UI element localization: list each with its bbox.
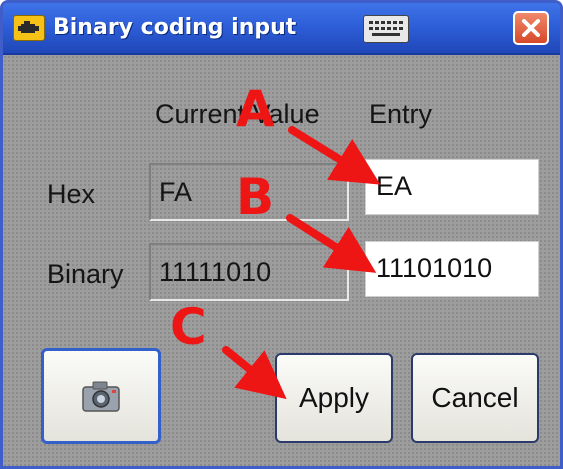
entry-header: Entry (369, 99, 433, 129)
keyboard-icon[interactable] (363, 15, 409, 43)
engine-icon (13, 15, 45, 41)
binary-current-value: 11111010 (149, 243, 349, 301)
annotation-label-a: A (236, 80, 275, 138)
cancel-button[interactable]: Cancel (411, 353, 539, 443)
close-icon (522, 19, 540, 37)
annotation-label-b: B (236, 168, 275, 226)
dialog-window: Binary coding input Current Value Entry … (0, 0, 563, 469)
title-bar[interactable]: Binary coding input (3, 3, 560, 55)
binary-label: Binary (47, 259, 124, 289)
close-button[interactable] (513, 11, 549, 45)
annotation-label-c: C (170, 298, 207, 356)
camera-button[interactable] (41, 348, 161, 444)
camera-icon (82, 381, 120, 412)
apply-button[interactable]: Apply (275, 353, 393, 443)
binary-entry-field[interactable]: 11101010 (365, 241, 539, 297)
hex-label: Hex (47, 179, 96, 209)
window-title: Binary coding input (53, 15, 297, 40)
hex-entry-field[interactable]: EA (365, 159, 539, 215)
